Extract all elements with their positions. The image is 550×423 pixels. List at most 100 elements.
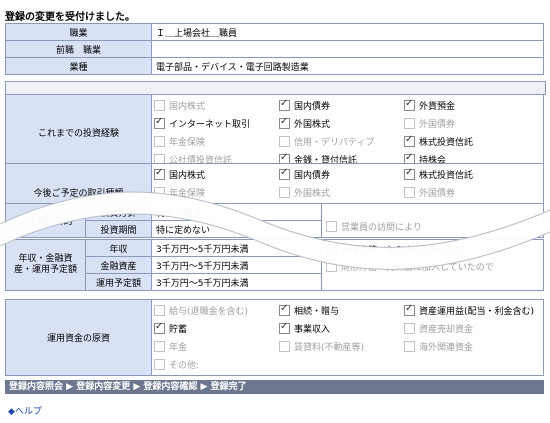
visit-option[interactable]: 営業員の訪問により <box>326 219 539 234</box>
option-item[interactable]: 株式投資信託 <box>404 134 529 149</box>
purpose-label: ご投資の目的 <box>5 203 86 238</box>
option-item[interactable]: 株式投資信託 <box>404 167 529 182</box>
option-label: 国内株式 <box>169 102 206 112</box>
checkbox[interactable] <box>154 187 165 198</box>
option-item[interactable]: 外国債券 <box>404 185 529 200</box>
option-item[interactable]: 外貨預金 <box>404 98 529 113</box>
checkbox[interactable] <box>279 303 290 316</box>
option-item[interactable]: 年金保険 <box>154 134 279 149</box>
option-label: 資産運用益(配当・利金含む) <box>419 307 535 317</box>
option-item[interactable]: 外国株式 <box>279 116 404 131</box>
option-label: 賃貸料(不動産等) <box>294 343 365 353</box>
option-label: 給与(退職金を含む) <box>169 307 249 317</box>
industry-label: 業種 <box>5 57 152 75</box>
table-row: ご投資の目的 投資方針 利子・配当 営業員の訪問により <box>5 203 544 238</box>
option-item[interactable]: その他: <box>154 357 279 372</box>
seminar-option[interactable]: 講演会等・セミナーに参加して <box>326 242 539 257</box>
page-banner: 登録の変更を受付けました。 <box>5 12 135 23</box>
option-item[interactable]: 年金保険 <box>154 185 279 200</box>
checkbox[interactable] <box>279 321 290 334</box>
checkbox[interactable] <box>326 221 337 232</box>
income-annual-label: 年収 <box>85 239 152 257</box>
savings-option-label: 財形貯蓄・持株会に加入していたので <box>341 263 494 273</box>
previous-occupation-value <box>151 40 544 58</box>
option-item[interactable]: インターネット取引 <box>154 116 279 131</box>
checkbox[interactable] <box>404 341 415 352</box>
checkbox[interactable] <box>279 136 290 147</box>
funds-table: 運用資金の原資 給与(退職金を含む) 相続・贈与 資産運用益(配当・利金含む) 貯蓄 事… <box>5 299 544 376</box>
checkbox[interactable] <box>404 167 415 180</box>
option-item[interactable]: 国内株式 <box>154 167 279 182</box>
checkbox[interactable] <box>154 305 165 316</box>
checkbox[interactable] <box>279 167 290 180</box>
checkbox[interactable] <box>404 118 415 129</box>
option-item[interactable]: 事業収入 <box>279 321 404 336</box>
checkbox[interactable] <box>279 98 290 111</box>
income-annual-value: 3千万円～5千万円未満 <box>151 239 322 257</box>
option-label: インターネット取引 <box>169 120 251 130</box>
option-label: 外国株式 <box>294 120 331 130</box>
option-item[interactable]: 外国株式 <box>279 185 404 200</box>
checkbox[interactable] <box>154 167 165 180</box>
checkbox[interactable] <box>404 323 415 334</box>
table-row: 運用資金の原資 給与(退職金を含む) 相続・贈与 資産運用益(配当・利金含む) 貯蓄 事… <box>5 299 544 376</box>
checkbox[interactable] <box>154 100 165 111</box>
option-item[interactable]: 国内株式 <box>154 98 279 113</box>
option-item[interactable]: 資産売却資金 <box>404 321 529 336</box>
checkbox[interactable] <box>404 187 415 198</box>
option-label: 信用・デリバティブ <box>294 138 375 148</box>
checkbox[interactable] <box>404 98 415 111</box>
option-item[interactable]: 信用・デリバティブ <box>279 134 404 149</box>
checkbox[interactable] <box>154 321 165 334</box>
option-label: 資産売却資金 <box>419 325 474 335</box>
option-label: 貯蓄 <box>169 325 188 335</box>
option-label: 外国債券 <box>419 189 456 199</box>
option-item[interactable]: 資産運用益(配当・利金含む) <box>404 303 534 318</box>
option-label: 国内債券 <box>294 102 331 112</box>
experience-label: これまでの投資経験 <box>5 94 152 171</box>
option-label: 年金 <box>169 343 188 353</box>
option-label: 株式投資信託 <box>419 138 474 148</box>
checkbox[interactable] <box>404 134 415 147</box>
income-label: 年収・金融資産・運用予定額 <box>5 239 86 291</box>
purpose-period-value: 特に定めない <box>151 220 322 238</box>
checkbox[interactable] <box>326 242 337 255</box>
option-item[interactable]: 外国債券 <box>404 116 529 131</box>
purpose-policy-label: 投資方針 <box>85 203 152 221</box>
checkbox[interactable] <box>279 341 290 352</box>
purpose-table: ご投資の目的 投資方針 利子・配当 営業員の訪問により 投資期間 特に定めない <box>5 203 544 238</box>
option-item[interactable]: 貯蓄 <box>154 321 279 336</box>
table-row: 業種 電子部品・デバイス・電子回路製造業 <box>5 57 544 75</box>
option-label: 海外関連資金 <box>419 343 474 353</box>
option-item[interactable]: 年金 <box>154 339 279 354</box>
checkbox[interactable] <box>154 116 165 129</box>
option-item[interactable]: 海外関連資金 <box>404 339 529 354</box>
option-item[interactable]: 国内債券 <box>279 98 404 113</box>
option-item[interactable]: 国内債券 <box>279 167 404 182</box>
purpose-period-label: 投資期間 <box>85 220 152 238</box>
option-label: その他: <box>169 361 200 371</box>
experience-options: 国内株式 国内債券 外貨預金インターネット取引 外国株式 外国債券年金保険 信用・デリバテ… <box>153 96 543 170</box>
help-link[interactable]: ◆ヘルプ <box>8 404 42 417</box>
option-item[interactable]: 賃貸料(不動産等) <box>279 339 404 354</box>
checkbox[interactable] <box>404 303 415 316</box>
checkbox[interactable] <box>279 116 290 129</box>
checkbox[interactable] <box>154 136 165 147</box>
experience-table: これまでの投資経験 国内株式 国内債券 外貨預金インターネット取引 外国株式 外国債券年… <box>5 94 544 171</box>
option-item[interactable]: 給与(退職金を含む) <box>154 303 279 318</box>
diamond-icon: ◆ <box>8 407 15 417</box>
checkbox[interactable] <box>326 261 337 272</box>
option-label: 年金保険 <box>169 189 206 199</box>
option-label: 外国株式 <box>294 189 331 199</box>
option-label: 株式投資信託 <box>419 171 474 181</box>
option-item[interactable]: 相続・贈与 <box>279 303 404 318</box>
previous-occupation-label: 前職 職業 <box>5 40 152 58</box>
seminar-option-label: 講演会等・セミナーに参加して <box>341 246 467 256</box>
savings-option[interactable]: 財形貯蓄・持株会に加入していたので <box>326 259 539 274</box>
income-planned-label: 運用予定額 <box>85 273 152 291</box>
income-assets-label: 金融資産 <box>85 256 152 274</box>
checkbox[interactable] <box>279 187 290 198</box>
checkbox[interactable] <box>154 359 165 370</box>
checkbox[interactable] <box>154 341 165 352</box>
option-label: 年金保険 <box>169 138 206 148</box>
